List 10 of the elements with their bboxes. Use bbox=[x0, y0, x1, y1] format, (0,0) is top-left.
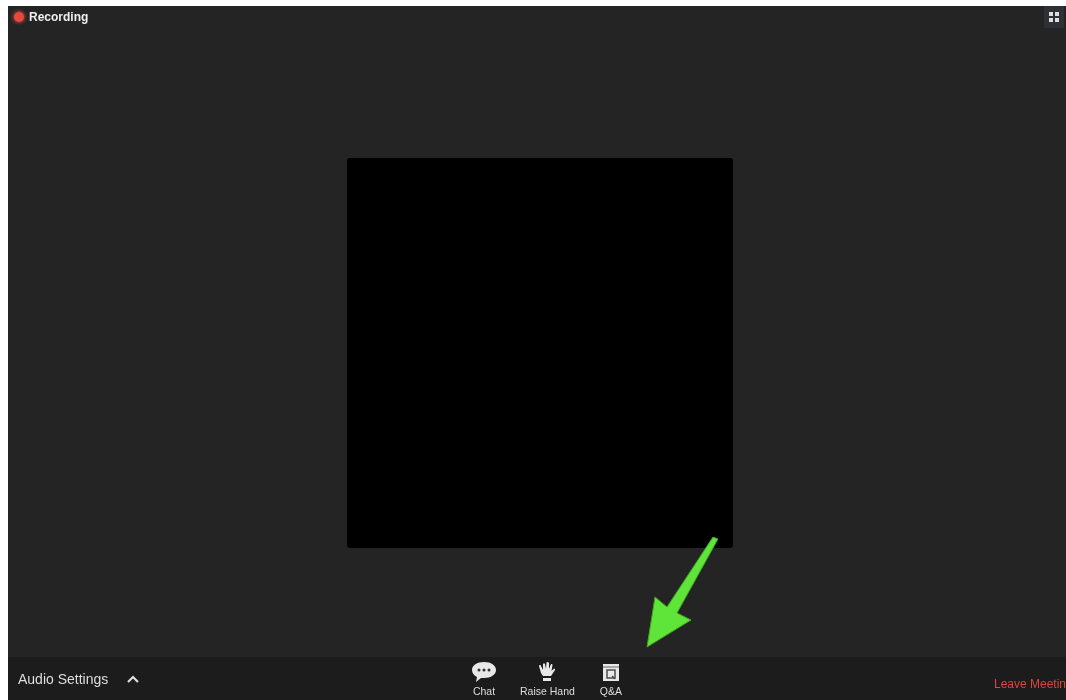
toolbar-button[interactable]: Q&A bbox=[586, 661, 635, 697]
speech-bubble-icon bbox=[471, 661, 497, 683]
audio-settings-label[interactable]: Audio Settings bbox=[18, 670, 109, 687]
leave-meeting-button[interactable]: Leave Meetin bbox=[993, 677, 1066, 691]
four-squares-icon bbox=[1049, 12, 1059, 22]
toolbar-button[interactable]: Raise Hand bbox=[514, 661, 581, 697]
toolbar-button[interactable]: Chat bbox=[460, 661, 508, 697]
fullscreen-button[interactable] bbox=[1044, 6, 1064, 28]
recording-label: Recording bbox=[29, 10, 89, 24]
caret-up-icon[interactable] bbox=[126, 673, 141, 684]
